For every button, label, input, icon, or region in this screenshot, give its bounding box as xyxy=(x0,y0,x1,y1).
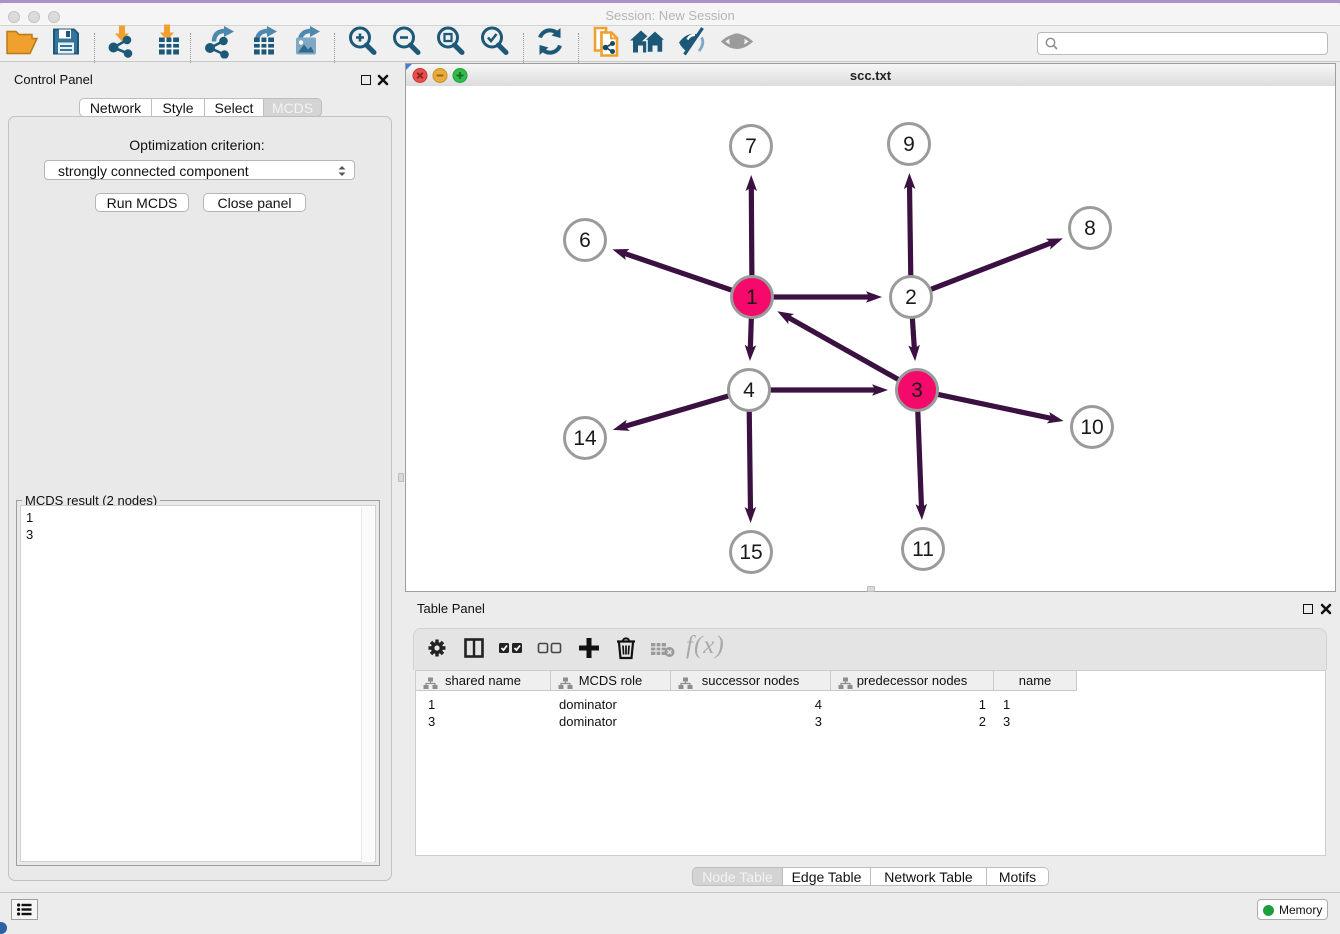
svg-text:10: 10 xyxy=(1080,416,1103,439)
svg-text:15: 15 xyxy=(739,541,762,564)
svg-text:14: 14 xyxy=(573,427,597,450)
svg-text:2: 2 xyxy=(905,286,917,309)
svg-text:11: 11 xyxy=(912,538,934,561)
svg-text:1: 1 xyxy=(746,286,758,309)
svg-text:8: 8 xyxy=(1084,217,1096,240)
svg-text:6: 6 xyxy=(579,229,591,252)
svg-text:7: 7 xyxy=(745,135,757,158)
svg-text:9: 9 xyxy=(903,133,915,156)
svg-text:3: 3 xyxy=(911,379,923,402)
svg-text:4: 4 xyxy=(743,379,755,402)
